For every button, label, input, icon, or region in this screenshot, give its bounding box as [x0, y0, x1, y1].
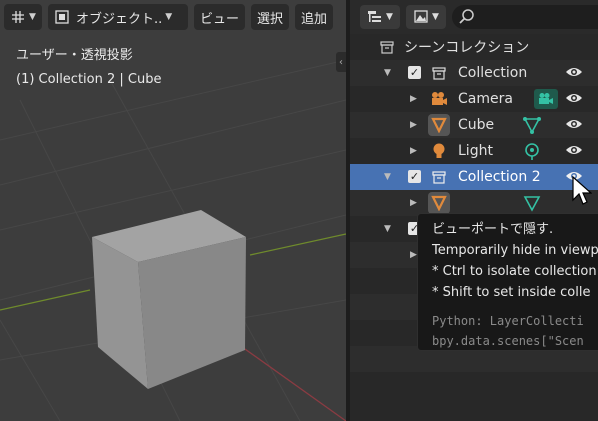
image-filter-icon: [414, 10, 428, 23]
tree-row-collection[interactable]: ▼ ✓ Collection: [350, 60, 598, 86]
collection-icon: [430, 168, 448, 186]
mesh-object-icon: [428, 114, 450, 136]
eye-icon[interactable]: [565, 65, 583, 79]
tooltip-python-path: Python: LayerCollecti: [432, 314, 584, 328]
y-axis-line-right: [249, 233, 346, 256]
tree-row-collection-2[interactable]: ▼ ✓ Collection 2: [350, 164, 598, 190]
light-data-icon[interactable]: [522, 141, 542, 165]
expand-triangle-icon[interactable]: ▶: [410, 198, 417, 208]
transform-pivot-button[interactable]: ▼: [4, 4, 42, 30]
chevron-down-icon: ▼: [386, 12, 393, 22]
chevron-down-icon: ▼: [165, 12, 173, 22]
outliner-header: ▼ ▼: [350, 0, 598, 34]
expand-triangle-icon[interactable]: ▼: [384, 68, 391, 78]
camera-object-icon: [430, 90, 448, 108]
collection-icon: [430, 64, 448, 82]
tree-label: シーンコレクション: [404, 40, 530, 56]
add-menu[interactable]: 追加: [295, 4, 334, 30]
chevron-down-icon: ▼: [29, 12, 36, 22]
tree-row-empty: [350, 372, 598, 398]
light-object-icon: [430, 142, 448, 160]
eye-icon[interactable]: [565, 117, 583, 131]
chevron-down-icon: ▼: [432, 12, 439, 22]
tree-label: Light: [458, 143, 493, 159]
expand-triangle-icon[interactable]: ▼: [384, 224, 391, 234]
tooltip-shift-hint: * Shift to set inside colle: [432, 285, 591, 300]
expand-triangle-icon[interactable]: ▶: [410, 94, 417, 104]
mode-label: オブジェクト..: [76, 11, 163, 27]
pivot-icon: [12, 11, 24, 23]
tooltip-title: ビューポートで隠す.: [432, 222, 554, 237]
tree-label: Collection: [458, 65, 528, 81]
outliner-panel: ▼ ▼ シーンコレクション ▼ ✓ Collection ▶ Camera ▶ …: [350, 0, 598, 421]
tree-row-light[interactable]: ▶ Light: [350, 138, 598, 164]
tooltip-python-data-path: bpy.data.scenes["Scen: [432, 334, 584, 348]
tree-row-scene-collection[interactable]: シーンコレクション: [350, 34, 598, 60]
viewport-scene[interactable]: [0, 0, 346, 421]
cube-object[interactable]: [92, 210, 246, 389]
view-name-label: ユーザー・透視投影: [16, 48, 133, 63]
mouse-cursor-icon: [572, 176, 592, 205]
tree-label: Collection 2: [458, 169, 541, 185]
display-mode-dropdown[interactable]: ▼: [360, 5, 400, 29]
tooltip-ctrl-hint: * Ctrl to isolate collection: [432, 264, 597, 279]
mesh-object-icon: [428, 192, 450, 214]
filter-dropdown[interactable]: ▼: [406, 5, 446, 29]
tree-row-camera[interactable]: ▶ Camera: [350, 86, 598, 112]
mesh-data-icon[interactable]: [522, 115, 542, 139]
tree-label: Camera: [458, 91, 513, 107]
eye-icon[interactable]: [565, 91, 583, 105]
camera-data-icon[interactable]: [534, 89, 558, 109]
tree-label: Cube: [458, 117, 495, 133]
3d-viewport[interactable]: ▼ オブジェクト.. ▼ ビュー 選択 追加 ユーザー・透視投影 (1) Col…: [0, 0, 346, 421]
exclude-checkbox[interactable]: ✓: [408, 170, 421, 183]
expand-triangle-icon[interactable]: ▶: [410, 146, 417, 156]
view-menu[interactable]: ビュー: [194, 4, 246, 30]
scene-collection-icon: [378, 38, 396, 56]
select-menu[interactable]: 選択: [251, 4, 290, 30]
expand-triangle-icon[interactable]: ▶: [410, 250, 417, 260]
hide-in-viewport-tooltip: ビューポートで隠す. Temporarily hide in viewp * C…: [417, 213, 598, 351]
search-icon: [459, 9, 474, 24]
viewport-header: ▼ オブジェクト.. ▼ ビュー 選択 追加: [0, 0, 346, 34]
expand-triangle-icon[interactable]: ▼: [384, 172, 391, 182]
object-mode-icon: [55, 10, 69, 24]
outliner-search-input[interactable]: [452, 5, 598, 29]
outliner-tree-icon: [368, 11, 382, 22]
tree-row-cube[interactable]: ▶ Cube: [350, 112, 598, 138]
expand-triangle-icon[interactable]: ▶: [410, 120, 417, 130]
sidebar-toggle-button[interactable]: ‹: [336, 52, 346, 72]
exclude-checkbox[interactable]: ✓: [408, 66, 421, 79]
y-axis-line-left: [0, 289, 91, 311]
chevron-left-icon: ‹: [339, 56, 343, 68]
tooltip-description: Temporarily hide in viewp: [432, 243, 598, 258]
eye-icon[interactable]: [565, 143, 583, 157]
object-info-label: (1) Collection 2 | Cube: [16, 72, 162, 87]
mode-dropdown[interactable]: オブジェクト.. ▼: [48, 4, 188, 30]
